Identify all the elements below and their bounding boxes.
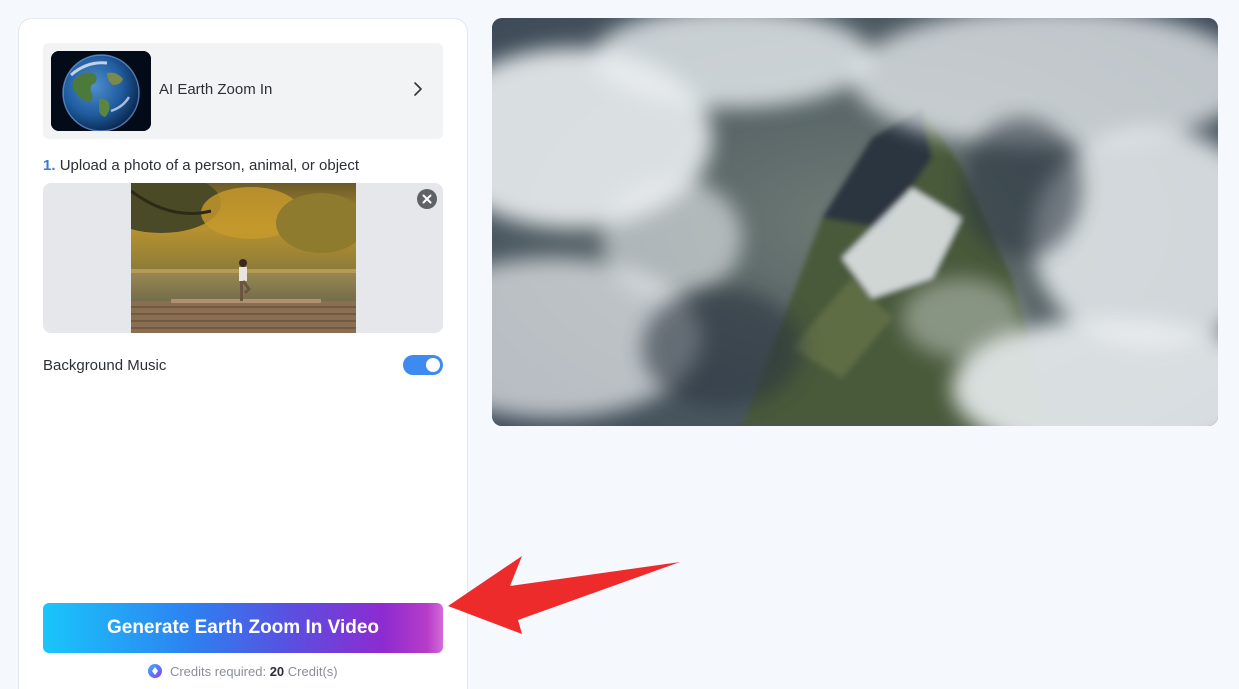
credits-prefix: Credits required: bbox=[169, 664, 267, 679]
arrow-left-icon bbox=[448, 556, 680, 634]
settings-panel: AI Earth Zoom In 1. Upload a photo of a … bbox=[18, 18, 468, 689]
credits-amount: 20 bbox=[269, 664, 285, 679]
step-number: 1. bbox=[43, 157, 56, 174]
template-selector[interactable]: AI Earth Zoom In bbox=[43, 43, 443, 139]
mountain-clouds-image bbox=[492, 18, 1218, 426]
credit-diamond-icon bbox=[148, 664, 163, 678]
template-name: AI Earth Zoom In bbox=[159, 81, 273, 98]
upload-step-label: 1. Upload a photo of a person, animal, o… bbox=[43, 157, 359, 174]
remove-photo-button[interactable] bbox=[417, 189, 437, 209]
earth-globe-image bbox=[51, 51, 151, 131]
video-preview[interactable] bbox=[492, 18, 1218, 426]
background-music-label: Background Music bbox=[43, 357, 167, 374]
credits-info: Credits required: 20 Credit(s) bbox=[43, 664, 443, 679]
step-text: Upload a photo of a person, animal, or o… bbox=[59, 157, 360, 174]
page: AI Earth Zoom In 1. Upload a photo of a … bbox=[0, 0, 1239, 689]
upload-dropzone[interactable] bbox=[43, 183, 443, 333]
red-arrow-annotation bbox=[440, 548, 690, 648]
uploaded-photo bbox=[131, 183, 356, 333]
close-icon bbox=[422, 194, 432, 204]
generate-video-button[interactable]: Generate Earth Zoom In Video bbox=[43, 603, 443, 653]
chevron-right-icon bbox=[414, 82, 422, 96]
background-music-toggle[interactable] bbox=[403, 355, 443, 375]
toggle-knob bbox=[426, 358, 440, 372]
credits-suffix: Credit(s) bbox=[287, 664, 338, 679]
earth-globe-icon bbox=[51, 51, 151, 131]
